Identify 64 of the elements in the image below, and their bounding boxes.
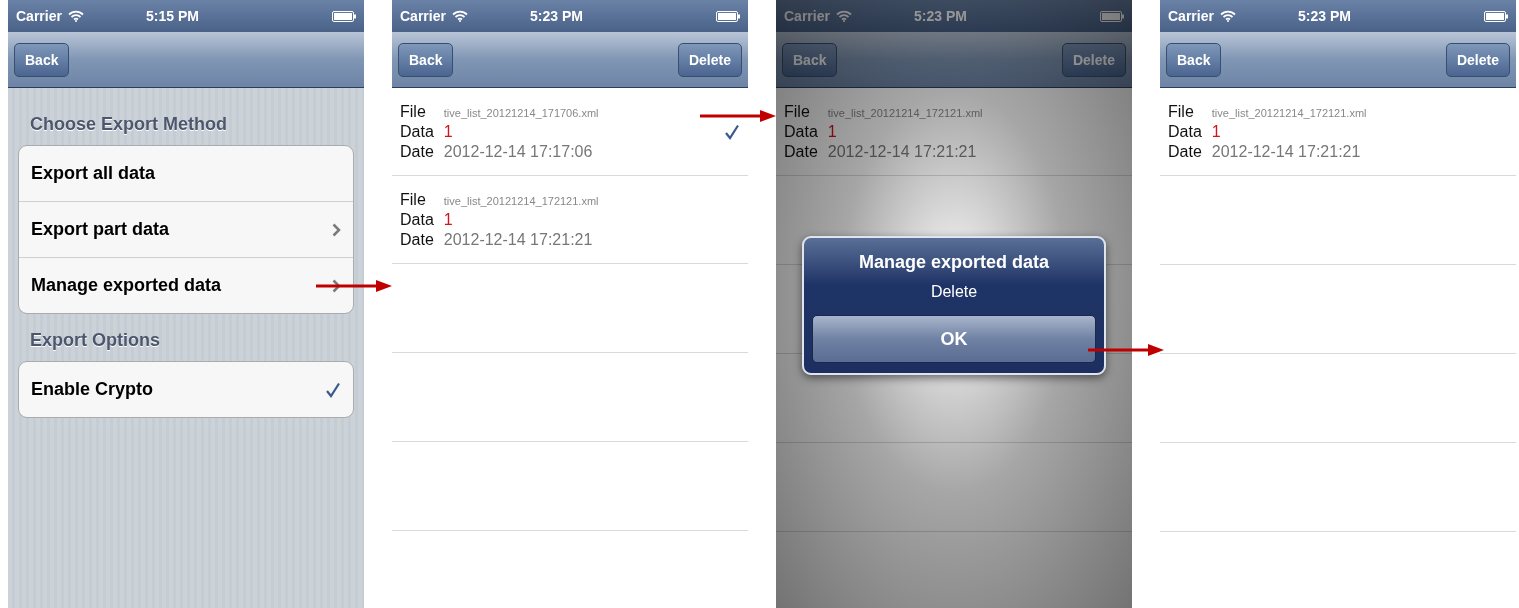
clock-time: 5:23 PM: [1298, 8, 1352, 24]
file-name: tive_list_20121214_172121.xml: [1211, 106, 1368, 119]
clock-time: 5:15 PM: [146, 8, 200, 24]
file-name: tive_list_20121214_171706.xml: [443, 106, 600, 119]
data-count: 1: [443, 122, 454, 141]
wifi-icon: [835, 10, 852, 22]
menu-item[interactable]: Enable Crypto: [19, 362, 353, 417]
delete-button[interactable]: Delete: [677, 42, 742, 77]
file-name: tive_list_20121214_172121.xml: [827, 106, 984, 119]
battery-icon: [332, 10, 356, 22]
back-button[interactable]: Back: [398, 42, 454, 77]
menu-item[interactable]: Manage exported data: [19, 257, 353, 313]
section-header: Choose Export Method: [29, 113, 228, 136]
battery-icon: [716, 10, 740, 22]
menu-item-label: Manage exported data: [31, 275, 222, 296]
file-row[interactable]: File tive_list_20121214_172121.xml Data 1 Date 2012-12-14 17:21:21: [776, 88, 1132, 176]
alert-message: Delete: [930, 283, 978, 301]
data-label: Data: [400, 122, 434, 141]
date-label: Date: [1168, 142, 1202, 161]
carrier-name: Carrier: [16, 8, 62, 24]
date-value: 2012-12-14 17:21:21: [827, 142, 978, 161]
menu-item[interactable]: Export all data: [19, 146, 353, 201]
menu-item[interactable]: Export part data: [19, 201, 353, 257]
battery-icon: [1484, 10, 1508, 22]
data-count: 1: [827, 122, 838, 141]
battery-icon: [1100, 10, 1124, 22]
wifi-icon: [1219, 10, 1236, 22]
carrier-name: Carrier: [400, 8, 446, 24]
file-label: File: [784, 102, 811, 121]
back-button[interactable]: Back: [14, 42, 70, 77]
alert-title: Manage exported data: [858, 252, 1049, 273]
wifi-icon: [67, 10, 84, 22]
file-name: tive_list_20121214_172121.xml: [443, 194, 600, 207]
date-label: Date: [400, 142, 434, 161]
delete-button[interactable]: Delete: [1445, 42, 1510, 77]
wifi-icon: [451, 10, 468, 22]
back-button[interactable]: Back: [1166, 42, 1222, 77]
menu-item-label: Enable Crypto: [31, 379, 154, 400]
carrier-name: Carrier: [784, 8, 830, 24]
date-label: Date: [784, 142, 818, 161]
menu-item-label: Export part data: [31, 219, 170, 240]
file-row[interactable]: File tive_list_20121214_171706.xml Data 1 Date 2012-12-14 17:17:06: [392, 88, 748, 176]
clock-time: 5:23 PM: [914, 8, 968, 24]
ok-button[interactable]: OK: [812, 315, 1096, 363]
date-value: 2012-12-14 17:21:21: [1211, 142, 1362, 161]
file-label: File: [400, 190, 427, 209]
chevron-icon: [332, 278, 341, 293]
date-label: Date: [400, 230, 434, 249]
clock-time: 5:23 PM: [530, 8, 584, 24]
file-row[interactable]: File tive_list_20121214_172121.xml Data 1 Date 2012-12-14 17:21:21: [1160, 88, 1516, 176]
file-label: File: [400, 102, 427, 121]
data-label: Data: [400, 210, 434, 229]
data-label: Data: [784, 122, 818, 141]
date-value: 2012-12-14 17:21:21: [443, 230, 594, 249]
data-count: 1: [443, 210, 454, 229]
carrier-name: Carrier: [1168, 8, 1214, 24]
file-row[interactable]: File tive_list_20121214_172121.xml Data 1 Date 2012-12-14 17:21:21: [392, 176, 748, 264]
menu-item-label: Export all data: [31, 163, 156, 184]
data-count: 1: [1211, 122, 1222, 141]
date-value: 2012-12-14 17:17:06: [443, 142, 594, 161]
chevron-icon: [332, 222, 341, 237]
data-label: Data: [1168, 122, 1202, 141]
file-label: File: [1168, 102, 1195, 121]
section-header: Export Options: [29, 329, 161, 352]
